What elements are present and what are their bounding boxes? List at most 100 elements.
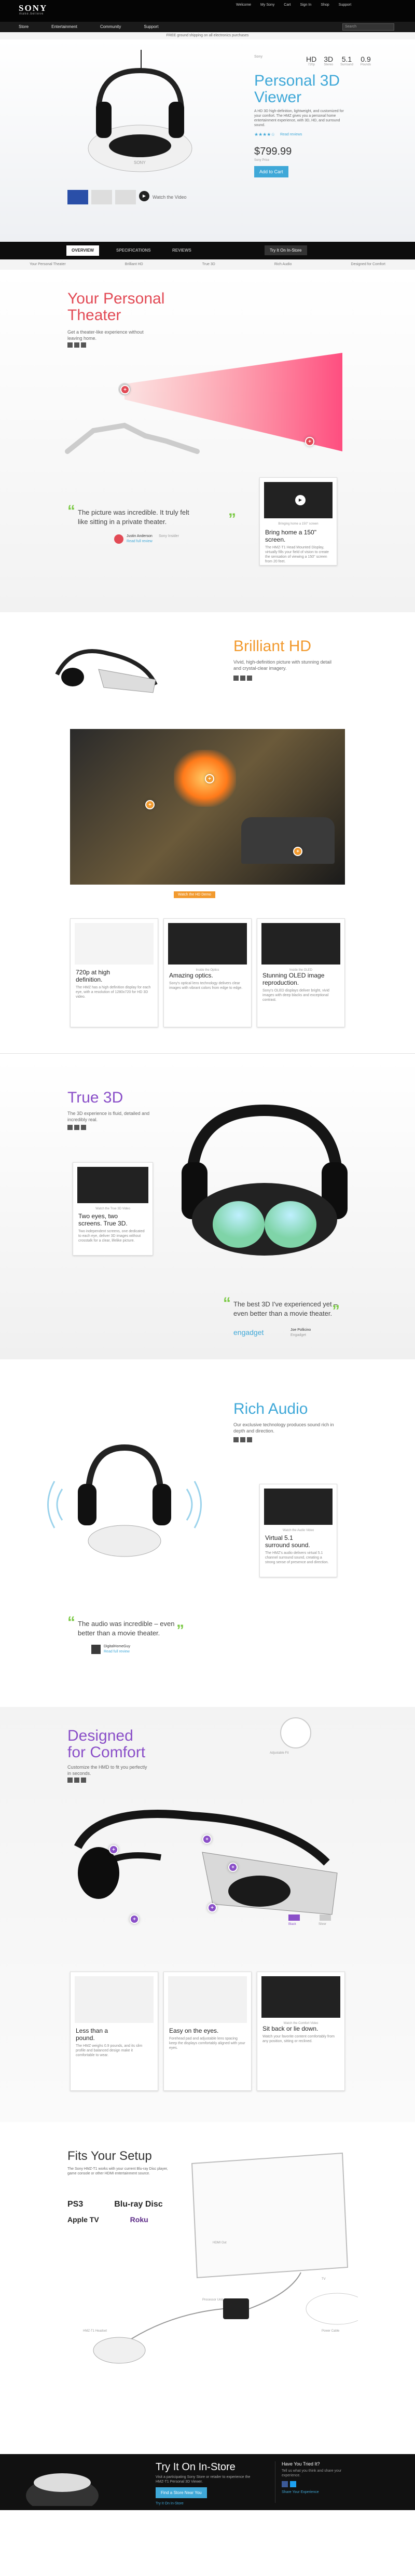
fit-detail-icon[interactable] (280, 1717, 311, 1748)
quote-close-icon: ” (176, 1622, 184, 1639)
facebook-icon[interactable] (282, 2481, 288, 2487)
quote-open-icon: “ (67, 502, 75, 519)
sony-logo[interactable]: SONY (19, 3, 47, 13)
hd-demo-image[interactable] (70, 729, 345, 885)
read-reviews-link[interactable]: Read reviews (280, 133, 302, 136)
spec-audio-label: Surround (340, 63, 353, 66)
top-link-support[interactable]: Support (339, 3, 352, 7)
car-graphic (241, 817, 335, 864)
twitter-icon[interactable] (290, 2481, 296, 2487)
subnav-theater[interactable]: Your Personal Theater (30, 263, 66, 270)
subnav-hd[interactable]: Brilliant HD (125, 263, 143, 270)
add-to-cart-button[interactable]: Add to Cart (254, 166, 288, 177)
share-icon-3[interactable] (247, 1437, 252, 1442)
search-input[interactable]: Search (342, 23, 394, 31)
share-icon-1[interactable] (233, 1437, 239, 1442)
share-icon-2[interactable] (74, 1778, 79, 1783)
hd-demo-button[interactable]: Watch the HD Demo (174, 891, 215, 898)
hotspot-3[interactable]: + (228, 1863, 238, 1872)
share-icons (67, 1125, 86, 1130)
share-icon-1[interactable] (67, 1778, 73, 1783)
promo-banner[interactable]: FREE ground shipping on all electronics … (0, 32, 415, 39)
theater-card-title-1: Bring home a 150" (265, 529, 316, 536)
hd-card-2-video[interactable] (168, 923, 247, 965)
thumbnail-3[interactable] (115, 190, 136, 204)
hotspot-2[interactable]: + (205, 774, 214, 783)
hero-section: SONY ▶ Watch the Video Sony Personal 3D … (0, 39, 415, 242)
hd-card-3-video[interactable] (261, 923, 340, 965)
headset-person-image (26, 2473, 99, 2506)
share-icon-1[interactable] (67, 1125, 73, 1130)
social-text: Tell us what you think and share your ex… (282, 2469, 342, 2477)
variant-silver-swatch[interactable] (320, 1914, 331, 1921)
hotspot-4[interactable]: + (130, 1914, 139, 1924)
brand-badge: Sony (254, 55, 262, 59)
spec-badges: HD 720p 3D Stereo 5.1 Surround 0.9 Pounds (306, 55, 371, 66)
social-cta-link[interactable]: Share Your Experience (282, 2490, 342, 2494)
hotspot-3[interactable]: + (293, 847, 302, 856)
nav-entertainment[interactable]: Entertainment (51, 24, 77, 29)
try-in-store-button[interactable]: Try It On In-Store (265, 245, 307, 255)
share-icon-3[interactable] (81, 1778, 86, 1783)
audio-video[interactable] (264, 1489, 333, 1525)
hd-card-1-title-2: definition. (76, 976, 103, 983)
quote-open-icon: “ (223, 1294, 231, 1312)
thumbnail-1[interactable] (67, 190, 88, 204)
tab-specifications[interactable]: SPECIFICATIONS (111, 245, 156, 256)
share-icon-3[interactable] (247, 676, 252, 681)
hotspot-1[interactable]: + (145, 800, 155, 809)
true3d-author: Joe Pollicino (290, 1328, 311, 1332)
share-icon-2[interactable] (240, 1437, 245, 1442)
top-link-welcome[interactable]: Welcome (236, 3, 251, 7)
audio-read-review-link[interactable]: Read full review (104, 1650, 130, 1654)
theater-read-review-link[interactable]: Read full review (127, 540, 153, 543)
hotspot-5[interactable]: + (208, 1903, 217, 1912)
true3d-card: Watch the True 3D Video Two eyes, two sc… (73, 1162, 153, 1256)
hotspot-1[interactable]: + (120, 385, 130, 394)
hotspot-2[interactable]: + (202, 1835, 212, 1844)
avatar (114, 534, 123, 544)
top-link-cart[interactable]: Cart (284, 3, 290, 7)
top-link-my-sony[interactable]: My Sony (260, 3, 274, 7)
play-icon[interactable]: ▶ (295, 495, 306, 505)
theater-title-2: Theater (67, 307, 121, 324)
top-link-sign-in[interactable]: Sign In (300, 3, 312, 7)
share-icon-3[interactable] (81, 1125, 86, 1130)
true3d-video[interactable] (77, 1167, 148, 1203)
video-label[interactable]: Watch the Video (153, 194, 187, 200)
tab-overview[interactable]: OVERVIEW (66, 245, 99, 256)
comfort-card-2-image (168, 1976, 247, 2023)
nav-community[interactable]: Community (100, 24, 121, 29)
subnav-3d[interactable]: True 3D (202, 263, 215, 270)
theater-video-thumb[interactable]: ▶ (264, 482, 333, 518)
comfort-card-3-video[interactable] (261, 1976, 340, 2018)
share-icons (233, 676, 252, 681)
subnav-comfort[interactable]: Designed for Comfort (351, 263, 385, 270)
spec-audio-value: 5.1 (341, 55, 352, 63)
hotspot-2[interactable]: + (305, 437, 314, 446)
hd-card-1-text: The HMZ has a high definition display fo… (76, 986, 151, 999)
nav-store[interactable]: Store (19, 24, 29, 29)
share-icon-2[interactable] (240, 676, 245, 681)
footer-link[interactable]: Try It On In-Store (156, 2502, 184, 2505)
hmz-headset-image: SONY (88, 50, 192, 172)
hotspot-1[interactable]: + (109, 1845, 118, 1854)
top-link-shop[interactable]: Shop (321, 3, 329, 7)
thumbnail-2[interactable] (91, 190, 112, 204)
share-icons (233, 1437, 252, 1442)
engadget-logo[interactable]: engadget (233, 1328, 264, 1337)
hd-card-1-image (75, 923, 154, 965)
nav-support[interactable]: Support (144, 24, 158, 29)
product-description: A HD 3D high-definition, lightweight, an… (254, 109, 344, 127)
share-icon-1[interactable] (233, 676, 239, 681)
find-store-button[interactable]: Find a Store Near You (156, 2487, 207, 2498)
headset-front-image (182, 1104, 348, 1256)
audio-card: Watch the Audio Video Virtual 5.1 surrou… (259, 1484, 337, 1577)
play-icon[interactable]: ▶ (139, 191, 149, 201)
tab-reviews[interactable]: REVIEWS (167, 245, 197, 256)
variant-black-swatch[interactable] (288, 1914, 300, 1921)
share-icon-2[interactable] (74, 1125, 79, 1130)
spec-weight-value: 0.9 (361, 55, 371, 63)
subnav-audio[interactable]: Rich Audio (274, 263, 292, 270)
theater-illustration (65, 353, 342, 454)
